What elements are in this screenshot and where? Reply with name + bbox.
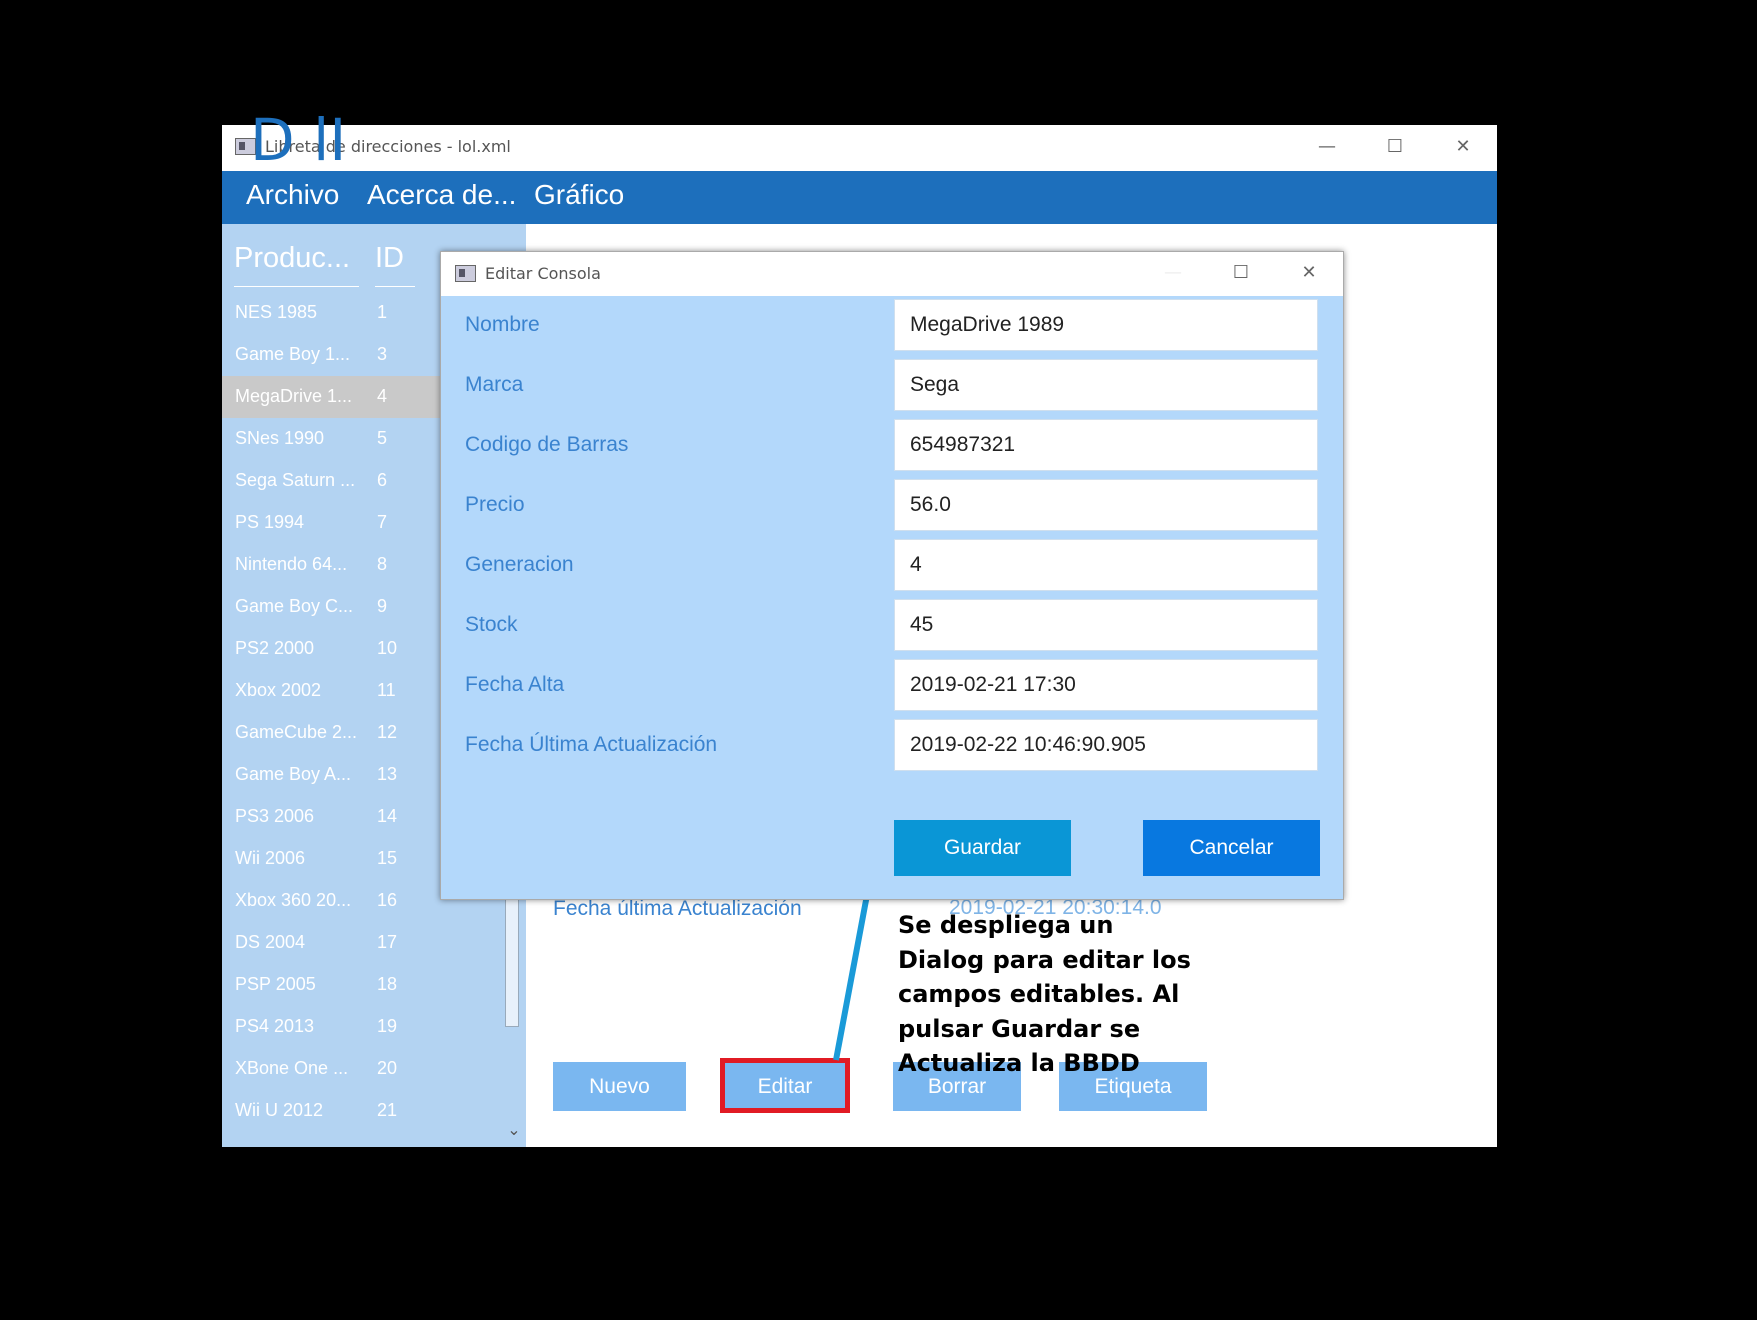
field-label: Fecha Alta	[465, 673, 565, 696]
dialog-maximize-icon[interactable]: ☐	[1207, 252, 1275, 296]
field-label: Codigo de Barras	[465, 433, 629, 456]
cancelar-button[interactable]: Cancelar	[1143, 820, 1320, 876]
field-input[interactable]: 56.0	[894, 479, 1318, 531]
edit-console-dialog: Editar Consola — ☐ ✕ Nombre MegaDrive 198…	[440, 251, 1344, 900]
connector-line	[833, 894, 870, 1061]
field-input[interactable]: 654987321	[894, 419, 1318, 471]
field-label: Fecha Última Actualización	[465, 733, 718, 756]
field-label: Marca	[465, 373, 524, 396]
field-label: Nombre	[465, 313, 540, 336]
dialog-minimize-icon[interactable]: —	[1139, 252, 1207, 296]
dialog-title: Editar Consola	[485, 264, 601, 283]
field-label: Generacion	[465, 553, 574, 576]
field-input[interactable]: 2019-02-21 17:30	[894, 659, 1318, 711]
field-label: Stock	[465, 613, 518, 636]
dialog-titlebar[interactable]: Editar Consola — ☐ ✕	[441, 252, 1343, 296]
annotation-note: Se despliega un Dialog para editar los c…	[898, 911, 1191, 1077]
dialog-window-icon	[455, 265, 476, 282]
field-input[interactable]: 4	[894, 539, 1318, 591]
field-input[interactable]: MegaDrive 1989	[894, 299, 1318, 351]
field-input[interactable]: 2019-02-22 10:46:90.905	[894, 719, 1318, 771]
field-label: Precio	[465, 493, 525, 516]
guardar-button[interactable]: Guardar	[894, 820, 1071, 876]
field-input[interactable]: Sega	[894, 359, 1318, 411]
dialog-close-icon[interactable]: ✕	[1275, 252, 1343, 296]
field-input[interactable]: 45	[894, 599, 1318, 651]
